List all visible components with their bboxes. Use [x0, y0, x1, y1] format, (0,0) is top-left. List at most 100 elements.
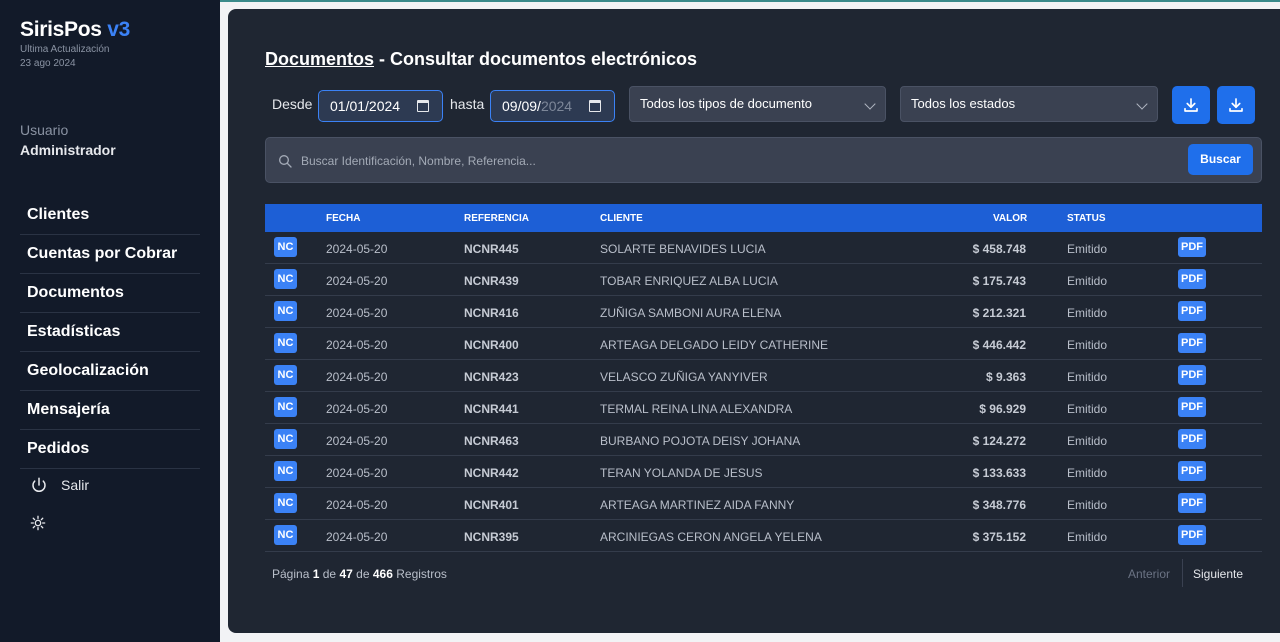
app-name: SirisPos	[20, 18, 102, 41]
document-type-value: Todos los tipos de documento	[640, 96, 812, 111]
table-body: NC 2024-05-20 NCNR445 SOLARTE BENAVIDES LUC…	[265, 232, 1262, 552]
chevron-down-icon	[1136, 98, 1148, 110]
sidebar-item-documentos[interactable]: Documentos	[20, 274, 200, 313]
table-row[interactable]: NC 2024-05-20 NCNR423 VELASCO ZUÑIGA YANYIV…	[265, 360, 1262, 392]
doc-type-badge: NC	[274, 525, 297, 545]
de-label: de	[322, 567, 337, 581]
pagination-divider	[1182, 559, 1183, 587]
cell-cliente: TOBAR ENRIQUEZ ALBA LUCIA	[600, 274, 778, 288]
doc-type-badge: NC	[274, 301, 297, 321]
sidebar-item-pedidos[interactable]: Pedidos	[20, 430, 200, 469]
sun-icon[interactable]	[30, 515, 46, 531]
search-input[interactable]	[301, 150, 1171, 172]
hasta-date-input[interactable]: 09/09/2024	[490, 90, 615, 122]
cell-status: Emitido	[1067, 370, 1108, 384]
breadcrumb-documentos-link[interactable]: Documentos	[265, 49, 374, 69]
cell-cliente: ARTEAGA MARTINEZ AIDA FANNY	[600, 498, 795, 512]
cell-valor: $ 458.748	[972, 242, 1026, 256]
col-fecha[interactable]: FECHA	[326, 213, 360, 224]
pdf-button[interactable]: PDF	[1178, 333, 1206, 353]
cell-fecha: 2024-05-20	[326, 498, 388, 512]
cell-status: Emitido	[1067, 466, 1108, 480]
sidebar-item-clientes[interactable]: Clientes	[20, 196, 200, 235]
table-row[interactable]: NC 2024-05-20 NCNR463 BURBANO POJOTA DEISY …	[265, 424, 1262, 456]
pdf-button[interactable]: PDF	[1178, 301, 1206, 321]
table-row[interactable]: NC 2024-05-20 NCNR439 TOBAR ENRIQUEZ ALBA L…	[265, 264, 1262, 296]
cell-cliente: SOLARTE BENAVIDES LUCIA	[600, 242, 766, 256]
previous-page-button[interactable]: Anterior	[1128, 567, 1170, 581]
sidebar-item-cuentas-por-cobrar[interactable]: Cuentas por Cobrar	[20, 235, 200, 274]
calendar-icon[interactable]	[417, 100, 429, 112]
sidebar-item-estadisticas[interactable]: Estadísticas	[20, 313, 200, 352]
sidebar-item-geolocalizacion[interactable]: Geolocalización	[20, 352, 200, 391]
table-row[interactable]: NC 2024-05-20 NCNR442 TERAN YOLANDA DE JESU…	[265, 456, 1262, 488]
cell-status: Emitido	[1067, 530, 1108, 544]
logout-label: Salir	[61, 477, 90, 493]
pdf-button[interactable]: PDF	[1178, 493, 1206, 513]
cell-cliente: ARTEAGA DELGADO LEIDY CATHERINE	[600, 338, 829, 352]
table-row[interactable]: NC 2024-05-20 NCNR400 ARTEAGA DELGADO LEIDY…	[265, 328, 1262, 360]
user-label: Usuario	[20, 122, 69, 138]
main-panel: Documentos - Consultar documentos electr…	[228, 9, 1280, 633]
app-brand[interactable]: SirisPos v3	[20, 18, 130, 42]
table-row[interactable]: NC 2024-05-20 NCNR416 ZUÑIGA SAMBONI AURA E…	[265, 296, 1262, 328]
doc-type-badge: NC	[274, 365, 297, 385]
pagina-label: Página	[272, 567, 310, 581]
download-alt-button[interactable]	[1217, 86, 1255, 124]
doc-type-badge: NC	[274, 397, 297, 417]
calendar-icon[interactable]	[589, 100, 601, 112]
cell-cliente: ARCINIEGAS CERON ANGELA YELENA	[600, 530, 822, 544]
pdf-button[interactable]: PDF	[1178, 525, 1206, 545]
search-button[interactable]: Buscar	[1188, 144, 1253, 175]
doc-type-badge: NC	[274, 493, 297, 513]
cell-fecha: 2024-05-20	[326, 306, 388, 320]
logout-button[interactable]: Salir	[30, 476, 89, 494]
cell-fecha: 2024-05-20	[326, 434, 388, 448]
pdf-button[interactable]: PDF	[1178, 461, 1206, 481]
document-type-select[interactable]: Todos los tipos de documento	[629, 86, 886, 122]
download-button[interactable]	[1172, 86, 1210, 124]
next-page-button[interactable]: Siguiente	[1193, 567, 1243, 581]
sidebar-item-mensajeria[interactable]: Mensajería	[20, 391, 200, 430]
cell-referencia: NCNR442	[464, 466, 519, 480]
sidebar: SirisPos v3 Ultima Actualización 23 ago …	[0, 0, 220, 642]
table-row[interactable]: NC 2024-05-20 NCNR441 TERMAL REINA LINA ALE…	[265, 392, 1262, 424]
update-label: Ultima Actualización	[20, 44, 110, 55]
table-row[interactable]: NC 2024-05-20 NCNR401 ARTEAGA MARTINEZ AIDA…	[265, 488, 1262, 520]
update-date: 23 ago 2024	[20, 58, 76, 69]
pdf-button[interactable]: PDF	[1178, 237, 1206, 257]
cell-fecha: 2024-05-20	[326, 370, 388, 384]
pdf-button[interactable]: PDF	[1178, 429, 1206, 449]
cell-fecha: 2024-05-20	[326, 530, 388, 544]
hasta-label: hasta	[450, 96, 485, 112]
doc-type-badge: NC	[274, 429, 297, 449]
col-valor[interactable]: VALOR	[993, 213, 1027, 224]
pdf-button[interactable]: PDF	[1178, 269, 1206, 289]
cell-valor: $ 446.442	[972, 338, 1026, 352]
hasta-date-value: 09/09/	[502, 98, 541, 114]
cell-referencia: NCNR441	[464, 402, 519, 416]
cell-valor: $ 96.929	[979, 402, 1026, 416]
page-title: Documentos - Consultar documentos electr…	[265, 49, 697, 70]
col-referencia[interactable]: REFERENCIA	[464, 213, 529, 224]
cell-valor: $ 9.363	[985, 370, 1026, 384]
cell-status: Emitido	[1067, 434, 1108, 448]
registros-label: Registros	[396, 567, 447, 581]
current-page: 1	[312, 567, 320, 581]
pdf-button[interactable]: PDF	[1178, 365, 1206, 385]
cell-referencia: NCNR445	[464, 242, 519, 256]
status-select[interactable]: Todos los estados	[900, 86, 1158, 122]
col-status[interactable]: STATUS	[1067, 213, 1106, 224]
cell-cliente: TERAN YOLANDA DE JESUS	[600, 466, 763, 480]
cell-status: Emitido	[1067, 306, 1108, 320]
pdf-button[interactable]: PDF	[1178, 397, 1206, 417]
col-cliente[interactable]: CLIENTE	[600, 213, 643, 224]
search-bar: Buscar	[265, 137, 1262, 183]
cell-fecha: 2024-05-20	[326, 274, 388, 288]
cell-cliente: BURBANO POJOTA DEISY JOHANA	[600, 434, 801, 448]
table-row[interactable]: NC 2024-05-20 NCNR445 SOLARTE BENAVIDES LUC…	[265, 232, 1262, 264]
table-row[interactable]: NC 2024-05-20 NCNR395 ARCINIEGAS CERON ANGE…	[265, 520, 1262, 552]
desde-date-input[interactable]: 01/01/2024	[318, 90, 443, 122]
cell-cliente: TERMAL REINA LINA ALEXANDRA	[600, 402, 793, 416]
cell-cliente: ZUÑIGA SAMBONI AURA ELENA	[600, 306, 782, 320]
